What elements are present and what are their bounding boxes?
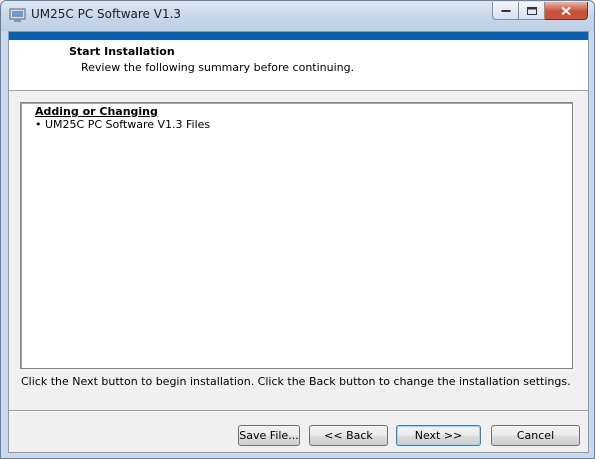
title-bar[interactable]: UM25C PC Software V1.3 (1, 1, 594, 31)
save-file-button[interactable]: Save File... (238, 425, 300, 446)
installer-window: UM25C PC Software V1.3 Start Installatio… (0, 0, 595, 459)
close-icon (561, 6, 571, 15)
dialog-body: Start Installation Review the following … (8, 31, 589, 453)
window-title: UM25C PC Software V1.3 (31, 7, 182, 21)
summary-box[interactable]: Adding or Changing • UM25C PC Software V… (20, 102, 573, 369)
accent-bar (9, 32, 588, 40)
instruction-text: Click the Next button to begin installat… (21, 375, 571, 388)
summary-item: • UM25C PC Software V1.3 Files (35, 118, 211, 131)
app-icon (9, 8, 26, 22)
page-subtitle: Review the following summary before cont… (81, 61, 355, 74)
summary-heading: Adding or Changing (35, 105, 158, 118)
wizard-header: Start Installation Review the following … (9, 40, 588, 91)
back-button[interactable]: << Back (309, 425, 388, 446)
cancel-button[interactable]: Cancel (491, 425, 580, 446)
divider (9, 410, 588, 412)
caption-buttons (492, 2, 588, 21)
maximize-button[interactable] (519, 2, 545, 20)
maximize-icon (526, 6, 537, 15)
page-title: Start Installation (69, 45, 175, 58)
minimize-button[interactable] (492, 2, 519, 20)
close-button[interactable] (545, 2, 588, 20)
next-button[interactable]: Next >> (396, 425, 481, 446)
minimize-icon (501, 9, 510, 12)
